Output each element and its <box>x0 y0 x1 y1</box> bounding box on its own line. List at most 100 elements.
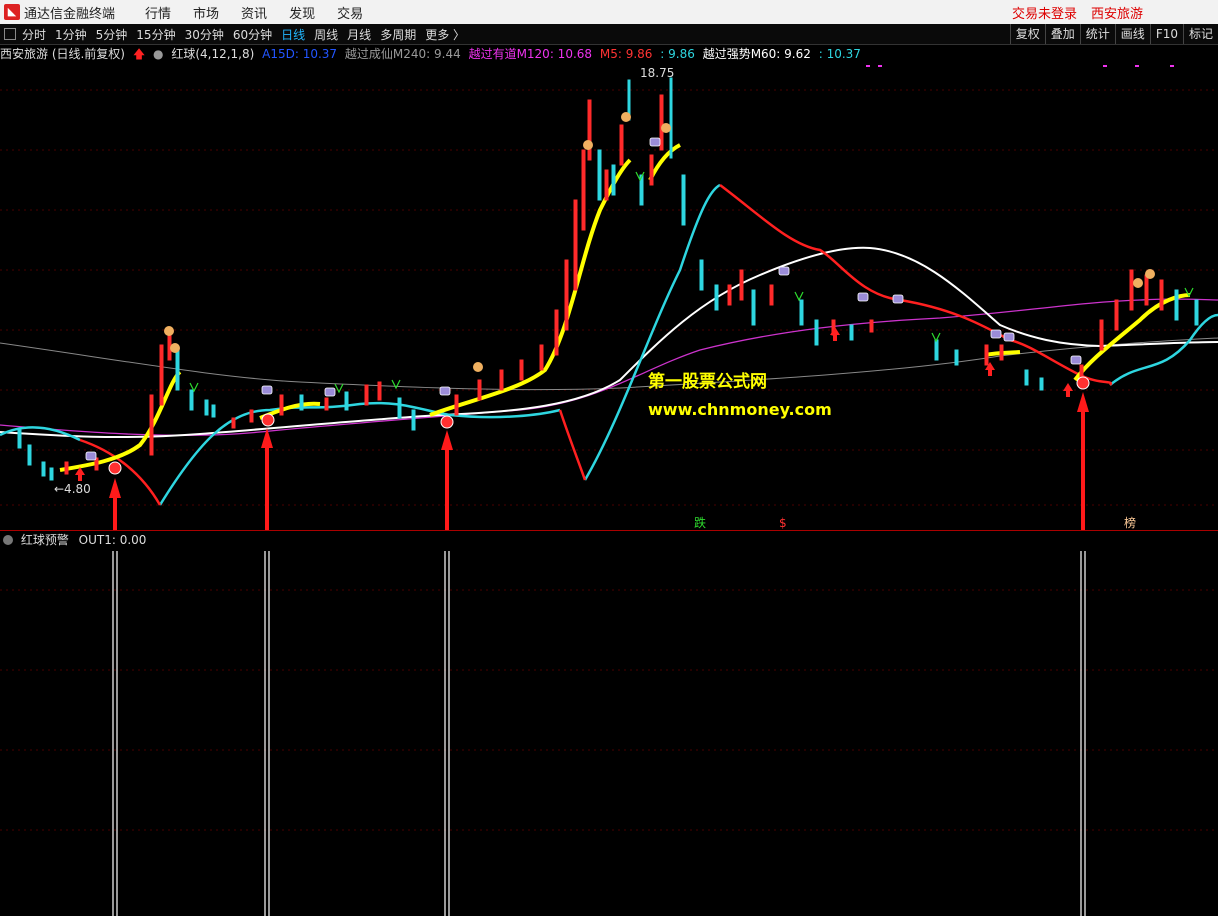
buy-arrows <box>109 392 1089 530</box>
buy-arrow-icon <box>261 428 273 530</box>
m240-value: 越过成仙M240: 9.44 <box>344 47 461 61</box>
hand-icon <box>473 362 483 372</box>
menu-market[interactable]: 市场 <box>193 3 219 22</box>
watermark: 第一股票公式网 www.chnmoney.com <box>648 368 832 424</box>
login-status-link[interactable]: 交易未登录 <box>1012 3 1077 22</box>
cup-icon <box>85 451 97 461</box>
period-5min[interactable]: 5分钟 <box>96 26 128 43</box>
cup-icon <box>439 386 451 396</box>
menu-trade[interactable]: 交易 <box>337 3 363 22</box>
period-15min[interactable]: 15分钟 <box>136 26 175 43</box>
menu-news[interactable]: 资讯 <box>241 3 267 22</box>
small-down-arrow-icon <box>931 332 941 343</box>
menu-quotes[interactable]: 行情 <box>145 3 171 22</box>
buy-arrow-icon <box>109 478 121 530</box>
indicator-line-cyan <box>0 183 1218 506</box>
hand-icon <box>661 123 671 133</box>
alert-bars <box>112 551 1086 916</box>
mark-button[interactable]: 标记 <box>1182 24 1218 44</box>
indicator-name[interactable]: 红球(4,12,1,8) <box>171 47 254 61</box>
indicator-panel-header: 红球预警 OUT1: 0.00 <box>0 531 146 547</box>
period-30min[interactable]: 30分钟 <box>185 26 224 43</box>
small-down-arrow-icon <box>794 291 804 302</box>
buy-arrow-icon <box>1077 392 1089 530</box>
period-timeshare[interactable]: 分时 <box>22 26 46 43</box>
period-daily[interactable]: 日线 <box>281 26 305 43</box>
menu-discover[interactable]: 发现 <box>289 3 315 22</box>
grid-lines <box>0 89 1218 506</box>
current-stock-name: 西安旅游 <box>1090 6 1143 22</box>
hand-icon <box>583 140 593 150</box>
blank-value-2: : 10.37 <box>818 47 861 61</box>
indicator-panel-value: OUT1: 0.00 <box>78 533 147 547</box>
low-price-label: ←4.80 <box>54 482 91 496</box>
hand-icon <box>1145 269 1155 279</box>
up-arrow-icon: 🡅 <box>132 47 146 61</box>
ma60-line <box>0 246 1218 439</box>
expand-icon[interactable]: ⊙ <box>1203 61 1212 62</box>
period-monthly[interactable]: 月线 <box>347 26 371 43</box>
app-logo-icon: ◣ <box>4 4 20 20</box>
title-bar: ◣ 通达信金融终端 行情 市场 资讯 发现 交易 交易未登录 西安旅游 <box>0 0 1218 24</box>
die-marker: 跌 <box>694 515 706 530</box>
adjust-button[interactable]: 复权 <box>1009 24 1045 44</box>
cup-icon <box>649 137 661 147</box>
hand-icon <box>164 326 174 336</box>
high-price-label: 18.75 <box>640 66 674 80</box>
f10-button[interactable]: F10 <box>1149 24 1183 44</box>
red-ball-icon <box>440 415 454 429</box>
indicator-panel-settings-icon[interactable] <box>3 535 13 545</box>
cup-icon <box>778 266 790 276</box>
candlesticks <box>17 77 1199 481</box>
red-ball-icon <box>1076 376 1090 390</box>
small-up-arrows <box>75 327 1073 481</box>
period-60min[interactable]: 60分钟 <box>233 26 272 43</box>
alert-grid <box>0 589 1218 831</box>
m120-value: 越过有道M120: 10.68 <box>468 47 593 61</box>
cup-icon <box>990 329 1002 339</box>
panel-toggle-icon[interactable] <box>4 28 16 40</box>
cup-icon <box>324 387 336 397</box>
chart-title: 西安旅游 (日线.前复权) <box>0 47 125 61</box>
price-chart[interactable]: 18.75 ←4.80 跌 $ 榜 <box>0 61 1218 530</box>
cup-icon <box>892 294 904 304</box>
blank-value: : 9.86 <box>660 47 695 61</box>
cup-icon <box>1070 355 1082 365</box>
m5-value: M5: 9.86 <box>599 47 653 61</box>
period-toolbar: 分时 1分钟 5分钟 15分钟 30分钟 60分钟 日线 周线 月线 多周期 更… <box>0 24 1218 45</box>
indicator-panel-name[interactable]: 红球预警 <box>21 533 69 547</box>
red-ball-icon <box>261 413 275 427</box>
small-up-arrow-icon <box>1063 383 1073 397</box>
title-right: 交易未登录 西安旅游 <box>998 0 1143 24</box>
red-ball-icon <box>108 461 122 475</box>
ma120-line <box>0 298 1218 436</box>
hand-icon <box>1133 278 1143 288</box>
bang-marker: 榜 <box>1124 515 1136 530</box>
draw-button[interactable]: 画线 <box>1114 24 1150 44</box>
indicator-line-red <box>79 184 1113 506</box>
panel-divider[interactable] <box>0 530 1218 531</box>
cup-icon <box>1003 332 1015 342</box>
watermark-line-1: 第一股票公式网 <box>648 372 767 392</box>
watermark-line-2: www.chnmoney.com <box>648 400 832 419</box>
period-multi[interactable]: 多周期 <box>380 26 416 43</box>
s-marker: $ <box>779 516 787 530</box>
period-1min[interactable]: 1分钟 <box>55 26 87 43</box>
m60-value: 越过强势M60: 9.62 <box>702 47 811 61</box>
collapse-icon[interactable]: ◇ <box>1186 61 1195 62</box>
a15d-value: A15D: 10.37 <box>262 47 338 61</box>
period-weekly[interactable]: 周线 <box>314 26 338 43</box>
hand-icon <box>621 112 631 122</box>
hand-icon <box>170 343 180 353</box>
cup-icon <box>857 292 869 302</box>
ma240-line <box>0 337 1218 391</box>
alert-panel[interactable] <box>0 547 1218 916</box>
cup-icon <box>261 385 273 395</box>
toolbar-right: 复权 叠加 统计 画线 F10 标记 <box>1009 24 1218 44</box>
period-more[interactable]: 更多 〉 <box>425 26 465 43</box>
small-down-arrow-icon <box>334 383 344 394</box>
small-down-arrows <box>189 171 1194 394</box>
indicator-settings-icon[interactable]: ● <box>153 47 163 61</box>
stats-button[interactable]: 统计 <box>1079 24 1115 44</box>
overlay-button[interactable]: 叠加 <box>1044 24 1080 44</box>
